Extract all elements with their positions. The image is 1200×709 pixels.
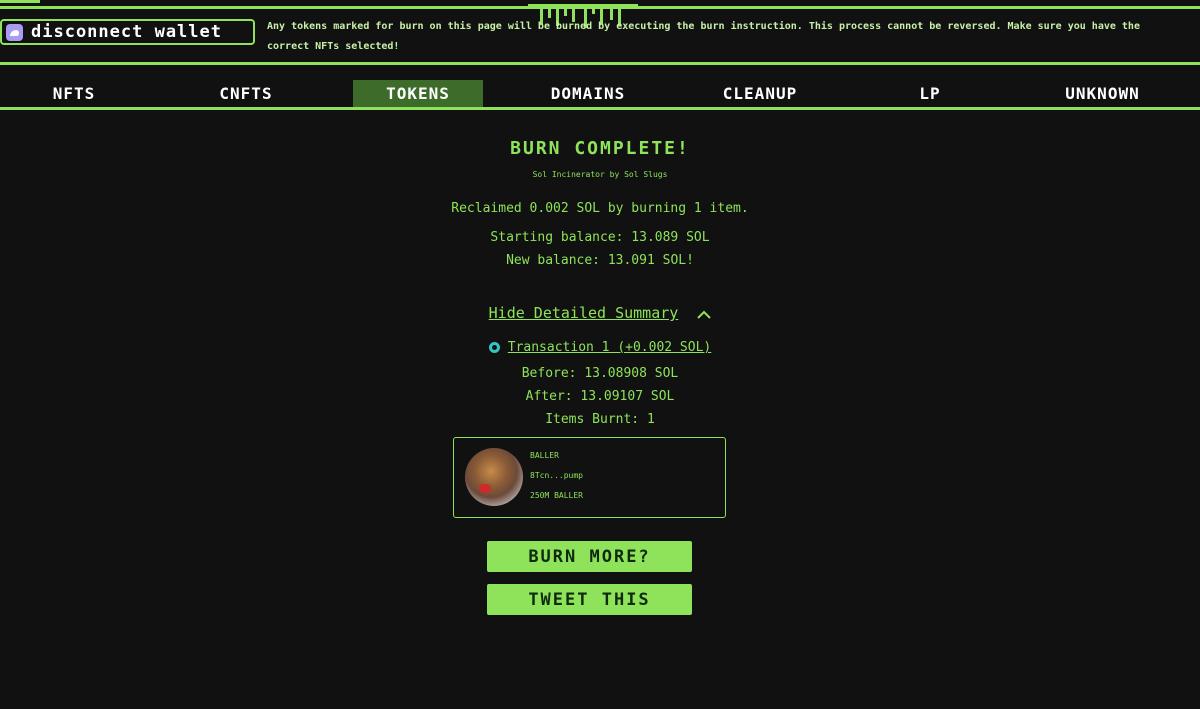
burn-more-button[interactable]: BURN MORE?	[487, 541, 692, 572]
token-amount: 250M BALLER	[530, 491, 583, 500]
phantom-wallet-icon	[6, 23, 23, 41]
disconnect-wallet-button[interactable]: disconnect wallet	[0, 19, 255, 45]
token-address: 8Tcn...pump	[530, 471, 583, 480]
items-burnt: Items Burnt: 1	[545, 412, 655, 427]
before-balance: Before: 13.08908 SOL	[521, 366, 679, 381]
starting-balance: Starting balance: 13.089 SOL	[490, 230, 710, 245]
tab-lp[interactable]: LP	[890, 80, 970, 108]
tabs-bottom-rule	[0, 107, 1200, 110]
burn-warning-notice: Any tokens marked for burn on this page …	[267, 21, 1140, 52]
detailed-summary-toggle: Hide Detailed Summary	[0, 304, 1200, 323]
tab-nfts[interactable]: NFTS	[20, 80, 128, 108]
wallet-button-label: disconnect wallet	[31, 22, 222, 42]
tab-unknown[interactable]: UNKNOWN	[1040, 80, 1165, 108]
token-name: BALLER	[530, 451, 559, 460]
burn-complete-title: BURN COMPLETE!	[510, 138, 690, 159]
solscan-icon	[488, 342, 500, 353]
after-balance: After: 13.09107 SOL	[525, 389, 675, 404]
app-subtitle: Sol Incinerator by Sol Slugs	[532, 170, 668, 179]
new-balance: New balance: 13.091 SOL!	[506, 253, 694, 268]
transaction-row: Transaction 1 (+0.002 SOL)	[0, 340, 1200, 355]
header-bottom-rule	[0, 62, 1200, 65]
tweet-this-button[interactable]: TWEET THIS	[487, 584, 692, 615]
reclaimed-summary: Reclaimed 0.002 SOL by burning 1 item.	[451, 201, 749, 216]
hide-summary-link[interactable]: Hide Detailed Summary	[489, 304, 679, 322]
top-corner-decoration	[0, 0, 40, 3]
category-tabs: NFTS CNFTS TOKENS DOMAINS CLEANUP LP UNK…	[0, 78, 1200, 108]
tab-domains[interactable]: DOMAINS	[528, 80, 648, 108]
transaction-link[interactable]: Transaction 1 (+0.002 SOL)	[508, 340, 712, 355]
tab-cleanup[interactable]: CLEANUP	[700, 80, 820, 108]
burned-item-card: BALLER 8Tcn...pump 250M BALLER	[453, 437, 726, 518]
chevron-up-icon[interactable]	[697, 305, 712, 323]
tab-cnfts[interactable]: CNFTS	[192, 80, 300, 108]
tab-tokens[interactable]: TOKENS	[353, 80, 483, 108]
token-avatar	[465, 448, 523, 506]
